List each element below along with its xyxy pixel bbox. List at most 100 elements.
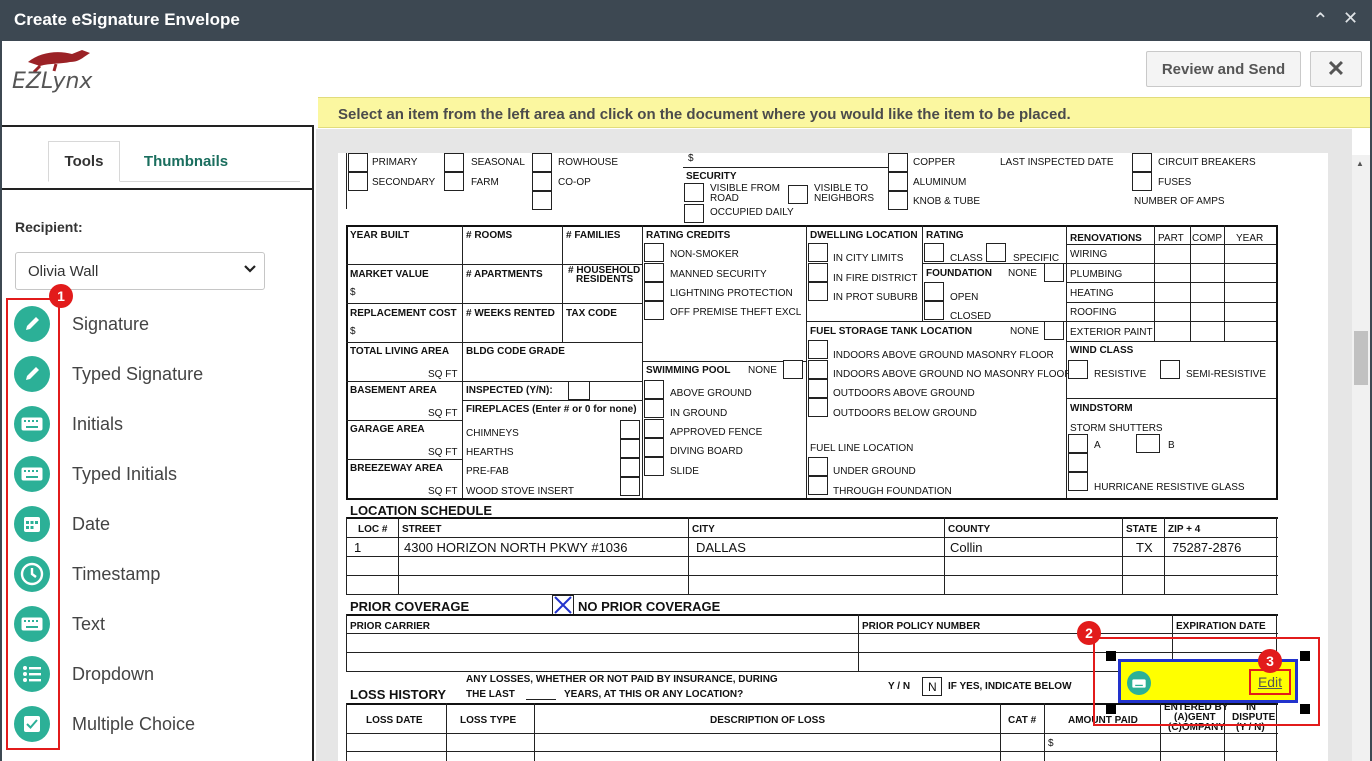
close-icon[interactable]: ✕	[1343, 8, 1358, 29]
checkbox	[924, 301, 944, 320]
section-title: LOSS HISTORY	[350, 687, 447, 702]
doc-text: STORM SHUTTERS	[1070, 423, 1163, 434]
rule	[346, 594, 1278, 595]
tool-label: Multiple Choice	[72, 714, 196, 734]
doc-text: DWELLING LOCATION	[810, 230, 918, 241]
callout-badge-1: 1	[49, 284, 73, 308]
rule	[1066, 398, 1276, 399]
doc-text: YEAR	[1236, 233, 1264, 244]
resize-handle[interactable]	[1106, 704, 1116, 714]
callout-badge-3: 3	[1258, 649, 1282, 673]
doc-text: FUSES	[1158, 177, 1192, 188]
checkbox	[808, 243, 828, 262]
doc-text: OPEN	[950, 292, 979, 303]
doc-text: ROAD	[710, 193, 739, 204]
scroll-up-icon[interactable]: ▲	[1356, 159, 1364, 168]
doc-text: IF YES, INDICATE BELOW	[948, 681, 1072, 692]
rule	[346, 153, 347, 209]
chevron-up-icon[interactable]: ⌃	[1312, 8, 1329, 33]
checkbox	[644, 457, 664, 476]
checkbox	[1068, 472, 1088, 491]
doc-text: SEASONAL	[471, 157, 525, 168]
recipient-select[interactable]: Olivia Wall	[15, 252, 265, 290]
rule	[806, 225, 807, 498]
panel-divider	[2, 188, 312, 190]
doc-text: WIRING	[1070, 249, 1108, 260]
doc-text: BREEZEWAY AREA	[350, 463, 443, 474]
checkbox	[986, 243, 1006, 262]
rule	[922, 225, 923, 321]
doc-text: $	[350, 326, 356, 337]
doc-text: WIND CLASS	[1070, 345, 1134, 356]
checkbox	[808, 360, 828, 379]
rule	[446, 703, 447, 761]
doc-text: NONE	[1008, 268, 1037, 279]
table-header: COUNTY	[948, 524, 991, 535]
rule	[346, 703, 347, 761]
doc-text: THROUGH FOUNDATION	[833, 486, 952, 497]
resize-handle[interactable]	[1300, 704, 1310, 714]
checkbox	[620, 439, 640, 458]
doc-text: $	[1048, 738, 1054, 749]
rule	[346, 459, 462, 460]
tab-tools[interactable]: Tools	[48, 141, 120, 182]
checkbox	[644, 419, 664, 438]
doc-text: DIVING BOARD	[670, 446, 743, 457]
doc-text: NONE	[1010, 326, 1039, 337]
doc-text: HURRICANE RESISTIVE GLASS	[1094, 482, 1245, 493]
doc-text: PLUMBING	[1070, 269, 1123, 280]
rule	[346, 517, 1278, 519]
doc-text: IN GROUND	[670, 408, 728, 419]
scrollbar-thumb[interactable]	[1354, 331, 1368, 385]
instruction-banner: Select an item from the left area and cl…	[318, 97, 1370, 128]
doc-text: N	[928, 680, 937, 694]
callout-box-tools	[6, 298, 60, 750]
doc-text: # WEEKS RENTED	[466, 308, 555, 319]
rule	[683, 167, 903, 168]
tab-thumbnails[interactable]: Thumbnails	[136, 141, 236, 182]
doc-text: COMP	[1192, 233, 1222, 244]
doc-text: SQ FT	[428, 408, 458, 419]
doc-text: COPPER	[913, 157, 956, 168]
doc-text: # FAMILIES	[566, 230, 621, 241]
review-and-send-button[interactable]: Review and Send	[1146, 51, 1301, 87]
checkbox	[808, 282, 828, 301]
doc-text: LIGHTNING PROTECTION	[670, 288, 793, 299]
checkbox	[1160, 360, 1180, 379]
resize-handle[interactable]	[1106, 651, 1116, 661]
rule	[1000, 703, 1001, 761]
doc-text: SECONDARY	[372, 177, 436, 188]
rule	[642, 361, 806, 362]
doc-text: $	[350, 287, 356, 298]
doc-text: SEMI-RESISTIVE	[1186, 369, 1267, 380]
tool-label: Dropdown	[72, 664, 155, 684]
checkbox	[620, 477, 640, 496]
tool-label: Text	[72, 614, 106, 634]
rule	[858, 614, 859, 672]
document-scrollbar[interactable]: ▲	[1352, 155, 1370, 761]
table-header: STATE	[1126, 524, 1158, 535]
doc-text: ABOVE GROUND	[670, 388, 752, 399]
checkbox	[808, 379, 828, 398]
doc-text: NON-SMOKER	[670, 249, 739, 260]
table-header: PRIOR CARRIER	[350, 621, 431, 632]
checkbox	[444, 153, 464, 172]
doc-text: IN PROT SUBURB	[833, 292, 918, 303]
doc-text: SQ FT	[428, 447, 458, 458]
tool-label: Signature	[72, 314, 150, 334]
doc-text: B	[1168, 440, 1175, 451]
checkbox	[444, 172, 464, 191]
tool-label: Timestamp	[72, 564, 161, 584]
rule	[534, 703, 535, 761]
checkbox	[532, 172, 552, 191]
doc-text: FOUNDATION	[926, 268, 992, 279]
checkbox	[924, 282, 944, 301]
close-button[interactable]: ✕	[1310, 51, 1362, 87]
checkbox	[1044, 321, 1064, 340]
checkbox	[1068, 360, 1088, 379]
table-cell: DALLAS	[696, 540, 746, 555]
rule	[346, 537, 1278, 538]
doc-text: UNDER GROUND	[833, 466, 916, 477]
resize-handle[interactable]	[1300, 651, 1310, 661]
rule	[346, 498, 1278, 500]
